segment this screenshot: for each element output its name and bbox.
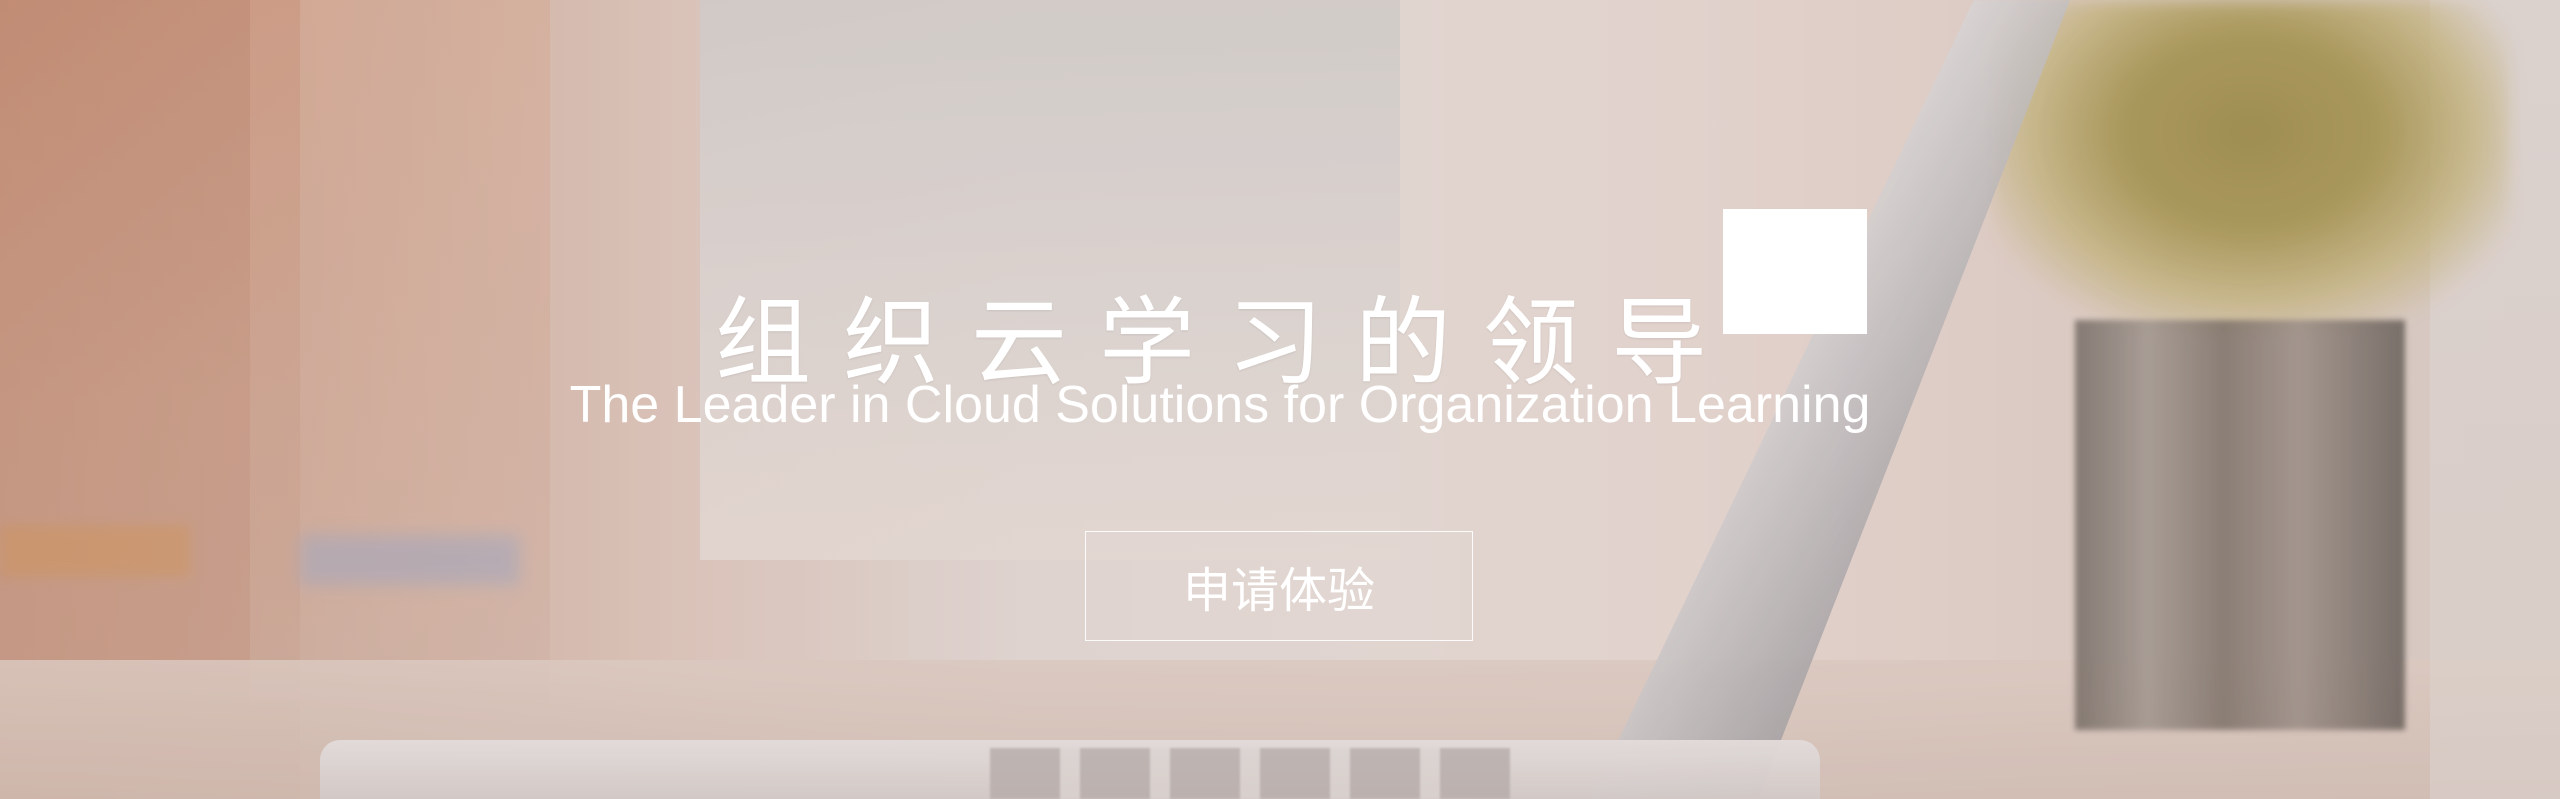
hero-subtitle-text: The Leader in Cloud Solutions for Organi… [569, 376, 1871, 434]
hero-banner: 组织云学习的领导 The Leader in Cloud Solutions f… [0, 0, 2560, 799]
apply-trial-button[interactable]: 申请体验 [1085, 531, 1473, 641]
apply-trial-button-label: 申请体验 [1182, 563, 1375, 619]
hero-subtitle: The Leader in Cloud Solutions for Organi… [0, 375, 2560, 435]
headline-placeholder-block [1723, 209, 1867, 334]
